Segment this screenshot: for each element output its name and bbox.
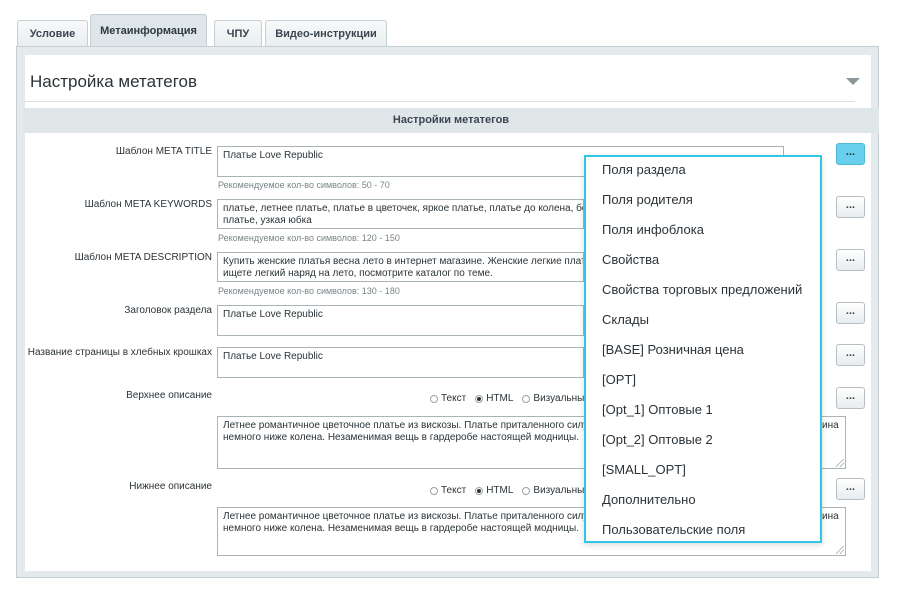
section-heading-field[interactable]: Платье Love Republic	[217, 305, 584, 336]
meta-description-field[interactable]: Купить женские платья весна лето в интер…	[217, 252, 584, 282]
format-text-option[interactable]: Текст	[430, 393, 466, 404]
menu-item-user-fields[interactable]: Пользовательские поля	[586, 520, 820, 550]
lower-description-textarea-tail[interactable]: ина	[822, 507, 846, 556]
menu-item-offer-properties[interactable]: Свойства торговых предложений	[586, 280, 820, 310]
section-title: Настройка метатегов	[30, 72, 198, 91]
format-text-option[interactable]: Текст	[430, 485, 466, 496]
section-heading-insert-button[interactable]: ...	[836, 302, 865, 324]
resize-handle-icon[interactable]	[836, 459, 844, 467]
format-visual-option[interactable]: Визуальный	[522, 393, 590, 404]
tab-seo-url[interactable]: ЧПУ	[214, 20, 262, 46]
meta-title-insert-button[interactable]: ...	[836, 143, 865, 165]
meta-keywords-hint: Рекомендуемое кол-во символов: 120 - 150	[218, 233, 400, 243]
meta-title-value: Платье Love Republic	[223, 150, 323, 161]
radio-text[interactable]	[430, 486, 438, 495]
radio-html-label: HTML	[486, 485, 514, 496]
format-html-option[interactable]: HTML	[475, 485, 513, 496]
lower-description-insert-button[interactable]: ...	[836, 478, 865, 500]
format-visual-option[interactable]: Визуальный	[522, 485, 590, 496]
radio-text-label: Текст	[441, 485, 467, 496]
menu-item-opt1[interactable]: [Opt_1] Оптовые 1	[586, 400, 820, 430]
menu-item-section-fields[interactable]: Поля раздела	[586, 160, 820, 190]
insert-macro-dropdown: Поля раздела Поля родителя Поля инфоблок…	[584, 155, 822, 543]
upper-description-label: Верхнее описание	[126, 390, 212, 401]
radio-text-label: Текст	[441, 393, 467, 404]
radio-visual[interactable]	[522, 394, 531, 403]
radio-html-label: HTML	[486, 393, 514, 404]
meta-keywords-line2: платье, узкая юбка	[223, 215, 312, 226]
radio-html[interactable]	[475, 394, 484, 403]
menu-item-base-price[interactable]: [BASE] Розничная цена	[586, 340, 820, 370]
menu-item-additional[interactable]: Дополнительно	[586, 490, 820, 520]
upper-description-tail: ина	[822, 420, 839, 431]
lower-description-format: Текст HTML Визуальный	[430, 485, 599, 496]
meta-description-label: Шаблон META DESCRIPTION	[74, 252, 212, 263]
tab-metainfo[interactable]: Метаинформация	[90, 14, 207, 47]
menu-item-iblock-fields[interactable]: Поля инфоблока	[586, 220, 820, 250]
menu-item-opt2[interactable]: [Opt_2] Оптовые 2	[586, 430, 820, 460]
meta-description-line2: ищете легкий наряд на лето, посмотрите к…	[223, 268, 493, 279]
meta-keywords-insert-button[interactable]: ...	[836, 196, 865, 218]
meta-title-label: Шаблон META TITLE	[115, 146, 212, 157]
meta-description-insert-button[interactable]: ...	[836, 249, 865, 271]
upper-description-insert-button[interactable]: ...	[836, 387, 865, 409]
breadcrumb-title-field[interactable]: Платье Love Republic	[217, 347, 584, 378]
breadcrumb-title-label: Название страницы в хлебных крошках	[27, 347, 212, 358]
meta-keywords-label: Шаблон META KEYWORDS	[84, 199, 212, 210]
radio-html[interactable]	[475, 486, 484, 495]
meta-description-line1: Купить женские платья весна лето в интер…	[223, 256, 584, 267]
meta-keywords-line1: платье, летнее платье, платье в цветочек…	[223, 203, 584, 214]
tab-condition[interactable]: Условие	[17, 20, 88, 46]
section-heading-label: Заголовок раздела	[124, 305, 212, 316]
radio-text[interactable]	[430, 394, 438, 403]
breadcrumb-title-insert-button[interactable]: ...	[836, 344, 865, 366]
menu-item-small-opt[interactable]: [SMALL_OPT]	[586, 460, 820, 490]
meta-title-hint: Рекомендуемое кол-во символов: 50 - 70	[218, 180, 390, 190]
radio-visual-label: Визуальный	[533, 485, 590, 496]
meta-keywords-field[interactable]: платье, летнее платье, платье в цветочек…	[217, 199, 584, 229]
radio-visual[interactable]	[522, 486, 531, 495]
menu-item-parent-fields[interactable]: Поля родителя	[586, 190, 820, 220]
collapse-arrow-icon[interactable]	[846, 78, 860, 85]
lower-description-label: Нижнее описание	[129, 481, 212, 492]
menu-item-properties[interactable]: Свойства	[586, 250, 820, 280]
menu-item-opt[interactable]: [OPT]	[586, 370, 820, 400]
upper-description-textarea-tail[interactable]: ина	[822, 416, 846, 469]
resize-handle-icon[interactable]	[836, 546, 844, 554]
menu-item-stores[interactable]: Склады	[586, 310, 820, 340]
radio-visual-label: Визуальный	[533, 393, 590, 404]
format-html-option[interactable]: HTML	[475, 393, 513, 404]
lower-description-tail: ина	[822, 511, 839, 522]
section-heading-value: Платье Love Republic	[223, 309, 323, 320]
tab-video-instructions[interactable]: Видео-инструкции	[265, 20, 387, 46]
upper-description-format: Текст HTML Визуальный	[430, 393, 599, 404]
breadcrumb-title-value: Платье Love Republic	[223, 351, 323, 362]
divider	[25, 101, 855, 102]
meta-description-hint: Рекомендуемое кол-во символов: 130 - 180	[218, 286, 400, 296]
subsection-header: Настройки метатегов	[23, 108, 879, 133]
